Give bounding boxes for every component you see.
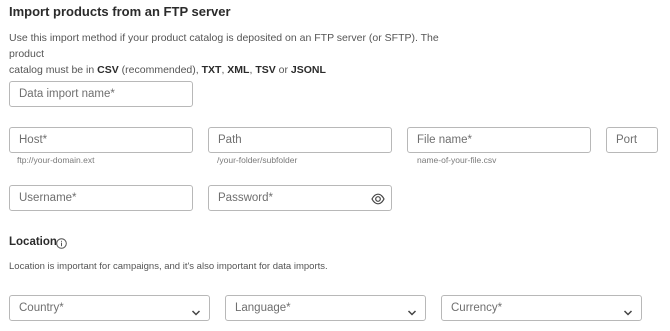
file-name-hint: name-of-your-file.csv <box>417 155 497 165</box>
import-name-input[interactable] <box>10 82 192 106</box>
format-xml: XML <box>227 64 250 76</box>
port-input[interactable] <box>607 128 657 152</box>
format-csv-note: (recommended), <box>121 64 199 76</box>
chevron-down-icon <box>623 304 633 316</box>
username-input[interactable] <box>10 186 192 210</box>
host-field[interactable] <box>9 127 193 153</box>
language-select[interactable]: Language* <box>225 295 426 321</box>
eye-icon[interactable] <box>371 192 385 205</box>
password-field[interactable] <box>208 185 392 211</box>
file-name-field[interactable] <box>407 127 591 153</box>
country-select[interactable]: Country* <box>9 295 210 321</box>
page-description: Use this import method if your product c… <box>9 32 439 76</box>
path-hint: /your-folder/subfolder <box>217 155 298 165</box>
host-input[interactable] <box>10 128 192 152</box>
location-title: Location <box>9 236 57 248</box>
format-txt: TXT <box>201 64 222 76</box>
page-title: Import products from an FTP server <box>9 4 231 19</box>
info-icon[interactable] <box>56 236 67 249</box>
format-tsv: TSV <box>255 64 276 76</box>
chevron-down-icon <box>191 304 201 316</box>
currency-select-value: Currency* <box>451 302 503 314</box>
format-jsonl: JSONL <box>290 64 326 76</box>
chevron-down-icon <box>407 304 417 316</box>
country-select-value: Country* <box>19 302 64 314</box>
format-csv: CSV <box>97 64 119 76</box>
language-select-value: Language* <box>235 302 291 314</box>
port-field[interactable] <box>606 127 658 153</box>
host-hint: ftp://your-domain.ext <box>17 155 95 165</box>
password-input[interactable] <box>209 186 391 210</box>
import-name-field[interactable] <box>9 81 193 107</box>
path-input[interactable] <box>209 128 391 152</box>
path-field[interactable] <box>208 127 392 153</box>
format-or: or <box>278 64 288 76</box>
currency-select[interactable]: Currency* <box>441 295 642 321</box>
location-description: Location is important for campaigns, and… <box>9 261 328 272</box>
file-name-input[interactable] <box>408 128 590 152</box>
description-line-2: catalog must be in <box>9 64 95 76</box>
description-line-1: Use this import method if your product c… <box>9 32 439 60</box>
username-field[interactable] <box>9 185 193 211</box>
